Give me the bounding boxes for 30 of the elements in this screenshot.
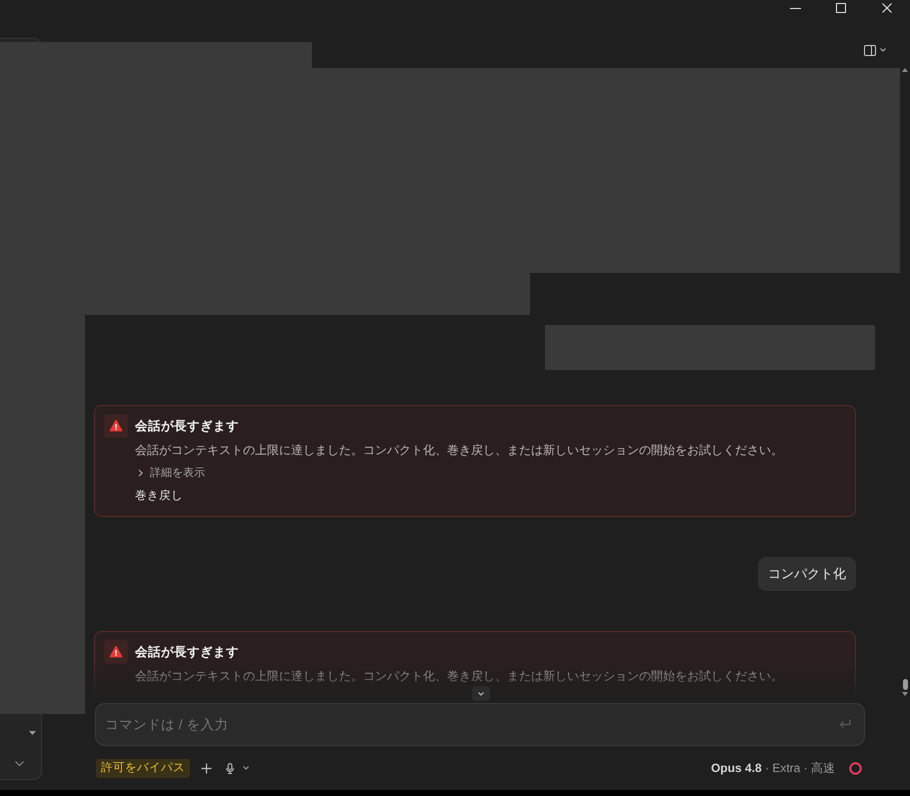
warning-icon [104,640,128,664]
rewind-button[interactable]: 巻き戻し [135,484,183,508]
warning-icon [104,414,128,438]
permission-mode-button[interactable]: 許可をバイパス [96,758,190,778]
scrollbar-thumb[interactable] [902,679,908,690]
scroll-down-arrow-icon[interactable] [902,692,908,696]
chevron-down-icon [15,761,24,766]
caret-down-icon [29,731,36,735]
close-icon [882,3,892,13]
error-title: 会話が長すぎます [135,644,239,661]
error-title: 会話が長すぎます [135,418,239,435]
add-button[interactable] [200,762,212,774]
scroll-down-button[interactable] [472,686,490,701]
model-selector-button[interactable]: Opus 4.8 · Extra · 高速 [710,759,835,777]
scroll-up-arrow-icon[interactable] [902,68,908,72]
side-panel-icon [864,44,876,56]
plus-icon [200,762,212,774]
error-message: 会話がコンテキストの上限に達しました。コンパクト化、巻き戻し、または新しいセッションの開始をお試しください。 [135,668,783,685]
caret-icon [880,48,886,52]
maximize-icon [836,3,846,13]
user-message: コンパクト化 [758,557,856,591]
chevron-down-icon [478,692,484,696]
enter-icon [839,719,851,729]
status-ring-icon [849,762,862,774]
microphone-button[interactable] [226,762,249,774]
error-message: 会話がコンテキストの上限に達しました。コンパクト化、巻き戻し、または新しいセッションの開始をお試しください。 [135,442,783,459]
command-input-field[interactable]: コマンドは / を入力 [95,703,865,746]
caret-icon [243,766,249,770]
microphone-icon [226,762,234,774]
details-toggle[interactable]: 詳細を表示 [135,462,205,484]
